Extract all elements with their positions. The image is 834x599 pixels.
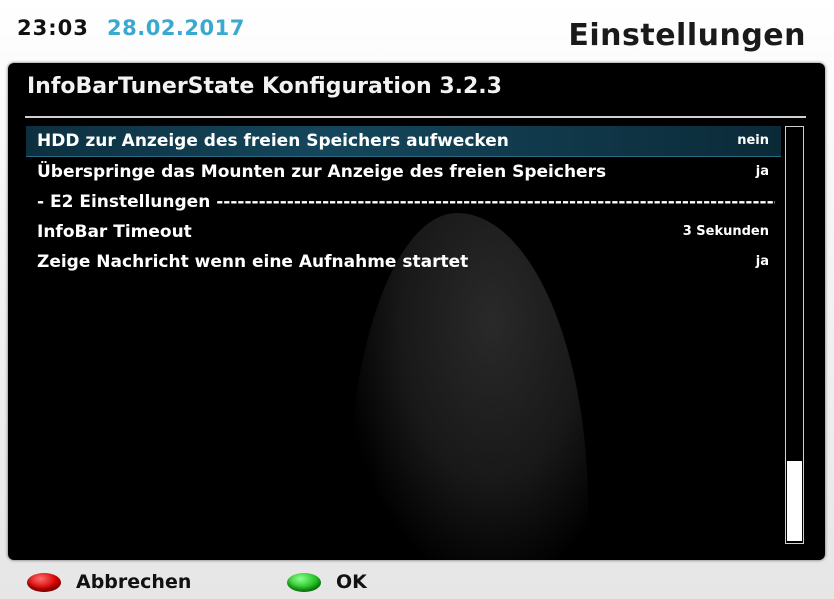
setting-value: ja	[755, 164, 769, 179]
title-divider	[25, 116, 806, 118]
button-bar: Abbrechen OK	[0, 565, 834, 599]
setting-label: HDD zur Anzeige des freien Speichers auf…	[37, 131, 509, 151]
clock: 23:03	[17, 16, 89, 40]
scrollbar-thumb[interactable]	[787, 461, 802, 541]
cancel-button-label: Abbrechen	[76, 571, 192, 593]
cancel-button[interactable]: Abbrechen	[27, 568, 191, 596]
setting-row-skip-mount[interactable]: Überspringe das Mounten zur Anzeige des …	[26, 157, 781, 187]
settings-panel: InfoBarTunerState Konfiguration 3.2.3 HD…	[8, 63, 825, 560]
setting-row-hdd-wakeup[interactable]: HDD zur Anzeige des freien Speichers auf…	[26, 126, 781, 157]
ok-button-label: OK	[336, 571, 367, 593]
setting-row-infobar-timeout[interactable]: InfoBar Timeout 3 Sekunden	[26, 217, 781, 247]
panel-title: InfoBarTunerState Konfiguration 3.2.3	[27, 74, 502, 99]
scrollbar[interactable]	[785, 126, 804, 544]
red-button-icon	[27, 572, 61, 592]
date: 28.02.2017	[107, 16, 245, 40]
green-button-icon	[287, 572, 321, 592]
setting-label: Überspringe das Mounten zur Anzeige des …	[37, 162, 607, 182]
section-separator-e2: - E2 Einstellungen ---------------------…	[26, 187, 781, 217]
setting-value: nein	[737, 133, 769, 148]
setting-label: Zeige Nachricht wenn eine Aufnahme start…	[37, 252, 469, 272]
setting-value: 3 Sekunden	[682, 224, 769, 239]
setting-value: ja	[755, 254, 769, 269]
screen-title: Einstellungen	[568, 18, 806, 53]
settings-list: HDD zur Anzeige des freien Speichers auf…	[26, 126, 781, 277]
top-bar: 23:03 28.02.2017 Einstellungen	[0, 0, 834, 62]
ok-button[interactable]: OK	[287, 568, 367, 596]
setting-row-record-notification[interactable]: Zeige Nachricht wenn eine Aufnahme start…	[26, 247, 781, 277]
section-separator-label: - E2 Einstellungen ---------------------…	[37, 192, 775, 212]
setting-label: InfoBar Timeout	[37, 222, 192, 242]
